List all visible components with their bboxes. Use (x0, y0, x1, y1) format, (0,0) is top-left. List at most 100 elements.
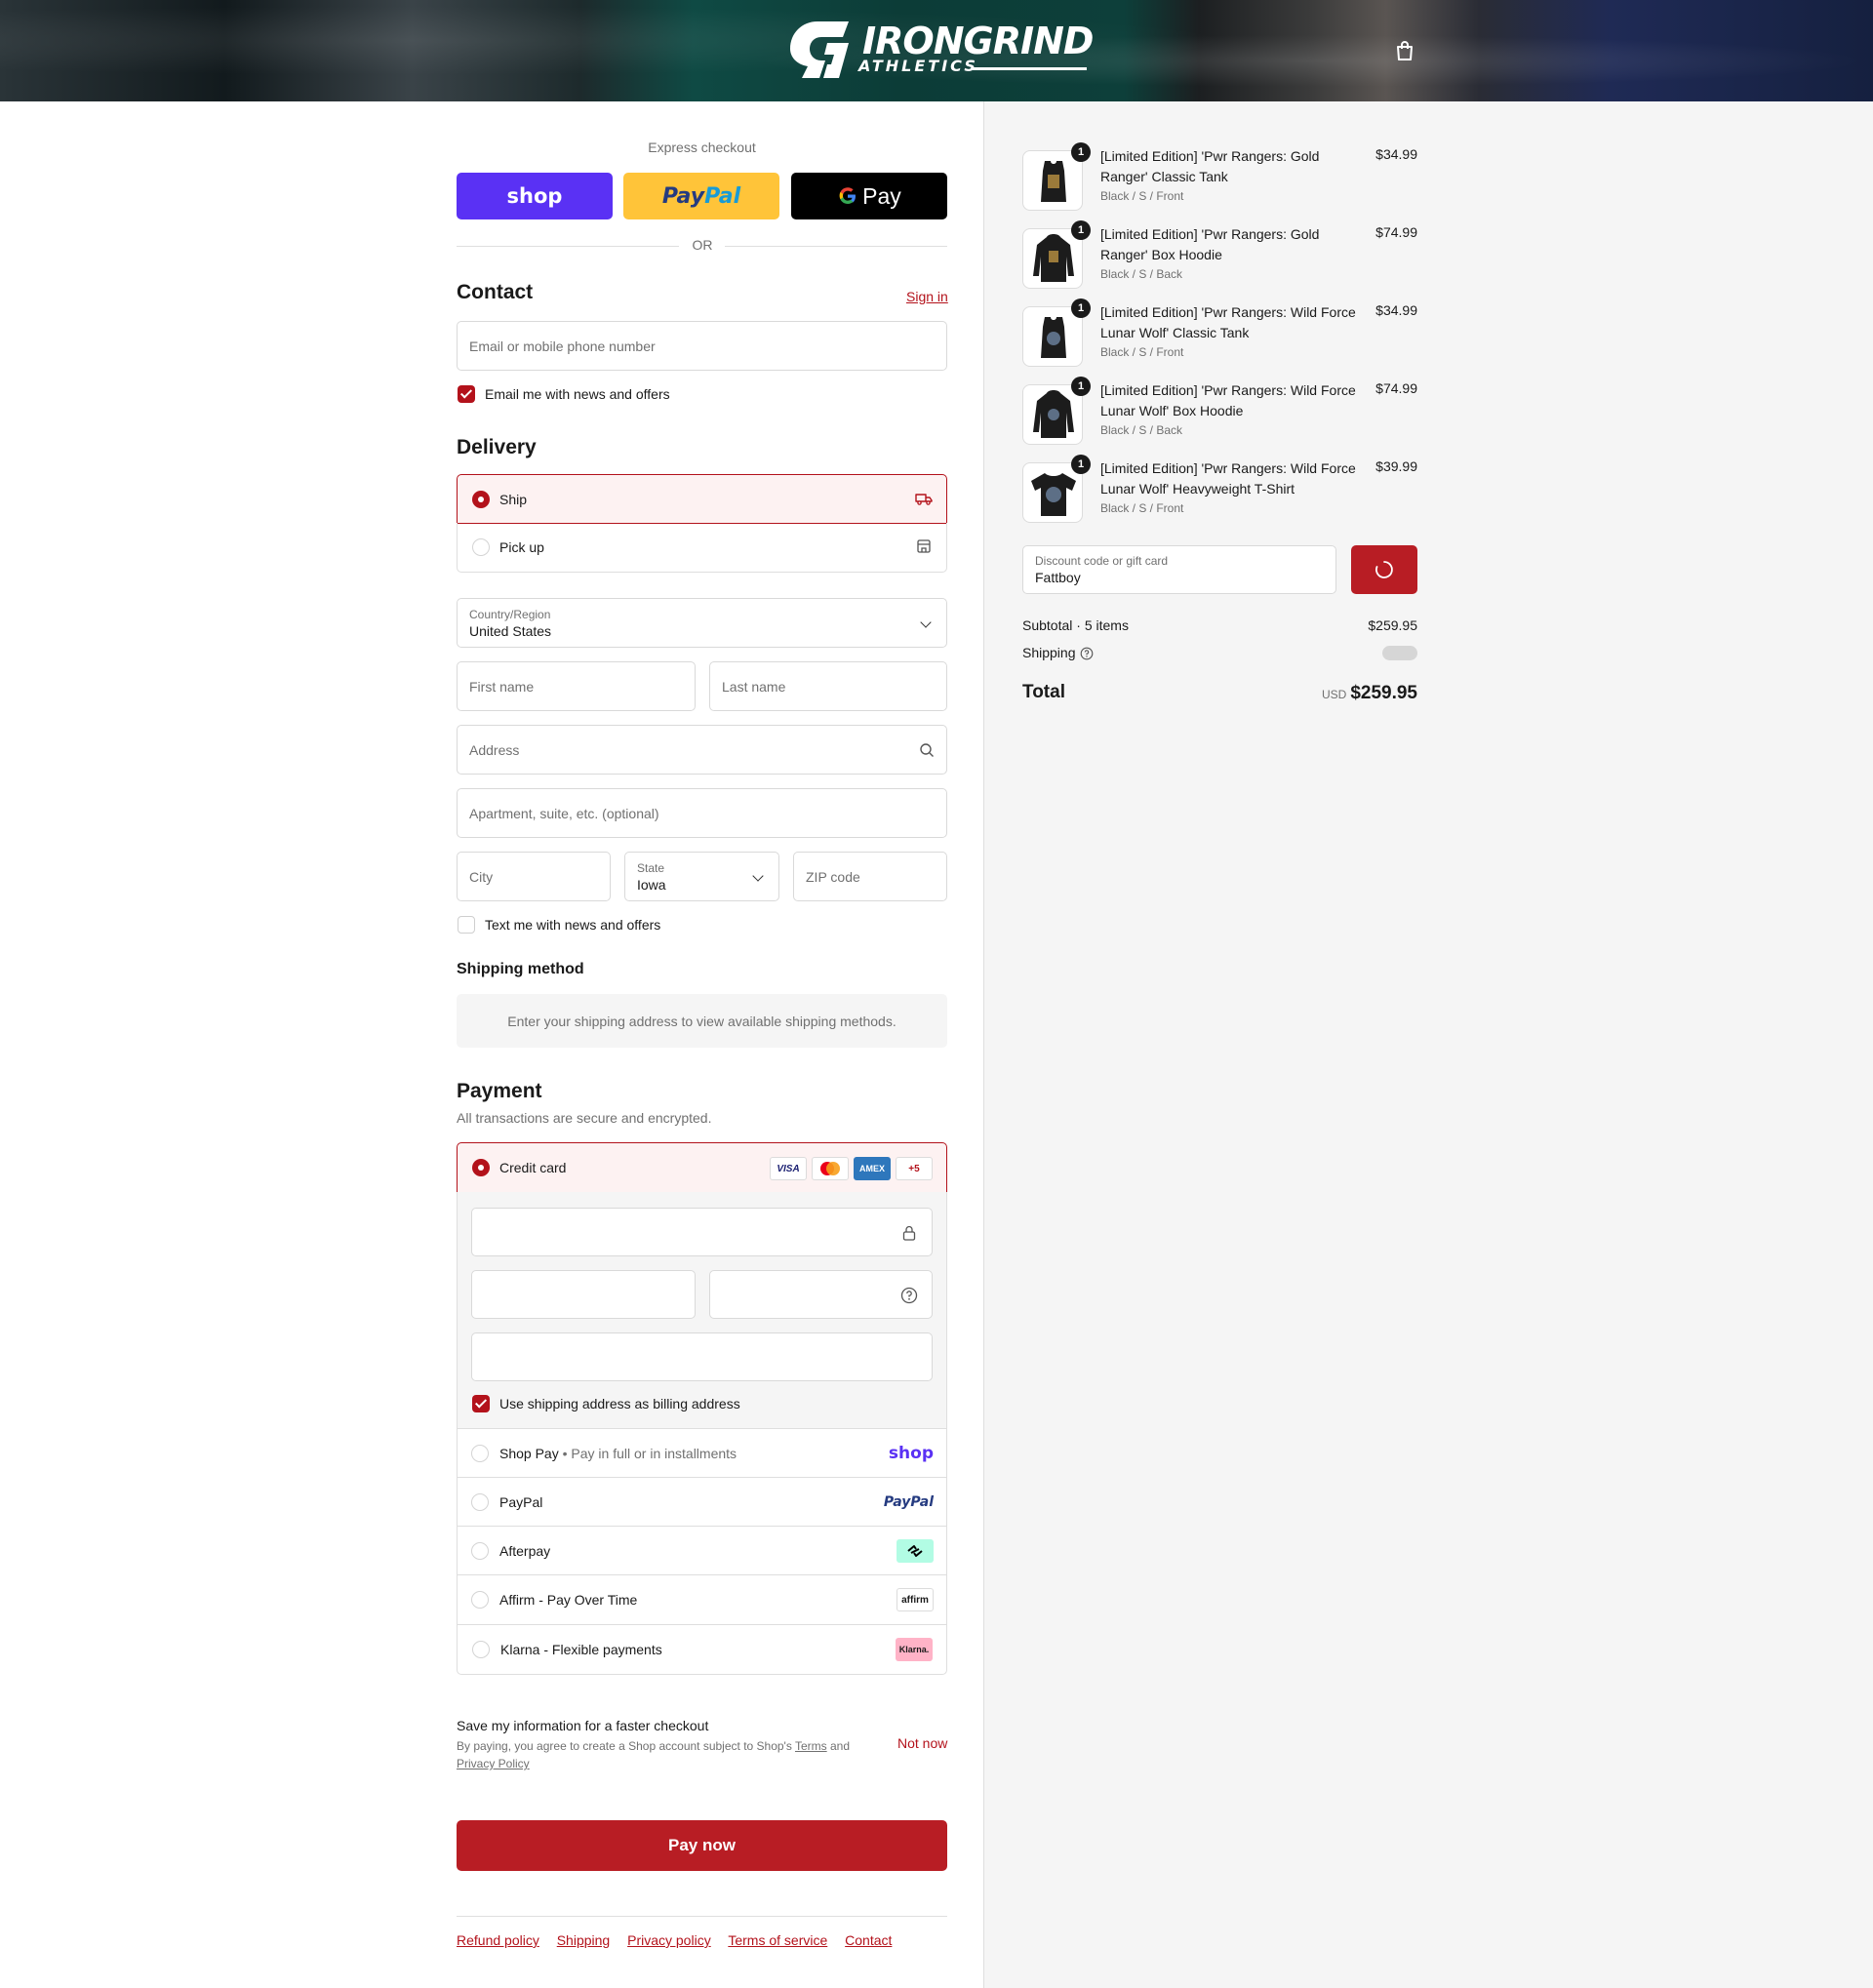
paypal-option-label: PayPal (499, 1493, 543, 1510)
privacy-policy-link[interactable]: Privacy Policy (457, 1757, 530, 1770)
afterpay-option[interactable]: Afterpay (457, 1526, 947, 1574)
pay-now-label: Pay now (668, 1836, 736, 1854)
afterpay-arrows-icon (907, 1544, 923, 1557)
country-label: Country/Region (469, 608, 551, 621)
footer-links: Refund policy Shipping Privacy policy Te… (457, 1932, 905, 1948)
save-info-legal: By paying, you agree to create a Shop ac… (457, 1737, 866, 1772)
brand-logo[interactable]: IRONGRIND ATHLETICS (788, 18, 1094, 84)
city-field[interactable]: City (457, 852, 611, 901)
shipping-label: Shipping (1022, 645, 1076, 660)
shopping-bag-icon[interactable] (1395, 40, 1415, 61)
contact-heading: Contact (457, 281, 534, 303)
payment-heading: Payment (457, 1080, 542, 1102)
save-info-and: and (830, 1739, 851, 1753)
klarna-radio[interactable] (472, 1641, 490, 1658)
discount-code-value: Fattboy (1035, 570, 1081, 585)
delivery-heading: Delivery (457, 436, 537, 458)
help-circle-icon[interactable] (900, 1287, 918, 1304)
newsletter-checkbox[interactable] (458, 385, 475, 403)
payment-subheading: All transactions are secure and encrypte… (457, 1110, 712, 1126)
afterpay-radio[interactable] (471, 1542, 489, 1560)
address-field[interactable]: Address (457, 725, 947, 775)
first-name-field[interactable]: First name (457, 661, 696, 711)
ship-label: Ship (499, 492, 528, 507)
sms-checkbox[interactable] (458, 916, 475, 934)
ship-radio[interactable] (472, 491, 490, 508)
refund-policy-link[interactable]: Refund policy (457, 1932, 539, 1948)
paypal-option[interactable]: PayPal PayPal (457, 1477, 947, 1526)
zip-field[interactable]: ZIP code (793, 852, 947, 901)
google-pay-button[interactable]: Pay (791, 173, 947, 219)
billing-address-label: Use shipping address as billing address (499, 1396, 740, 1411)
paypal-radio[interactable] (471, 1493, 489, 1511)
methods-right-border (946, 1429, 947, 1624)
tank-top-image (1041, 317, 1066, 358)
state-label: State (637, 861, 665, 875)
brand-subtitle: ATHLETICS (858, 57, 978, 75)
not-now-link[interactable]: Not now (897, 1735, 947, 1751)
email-field[interactable]: Email or mobile phone number (457, 321, 947, 371)
card-number-field[interactable] (471, 1208, 933, 1256)
shop-pay-option[interactable]: Shop Pay • Pay in full or in installment… (457, 1428, 947, 1477)
apartment-placeholder: Apartment, suite, etc. (optional) (469, 805, 659, 821)
shop-pay-button[interactable]: shop (457, 173, 613, 219)
item-variant: Black / S / Front (1100, 189, 1184, 203)
currency-code: USD (1321, 688, 1347, 701)
item-price: $74.99 (1375, 380, 1417, 396)
billing-address-checkbox[interactable] (472, 1395, 490, 1412)
item-variant: Black / S / Front (1100, 345, 1184, 359)
item-price: $39.99 (1375, 458, 1417, 474)
subtotal-label: Subtotal · 5 items (1022, 617, 1129, 633)
item-name: [Limited Edition] 'Pwr Rangers: Gold Ran… (1100, 226, 1320, 262)
apply-discount-button[interactable] (1351, 545, 1417, 594)
shop-pay-radio[interactable] (471, 1445, 489, 1462)
quantity-badge: 1 (1071, 142, 1091, 162)
pay-now-button[interactable]: Pay now (457, 1820, 947, 1871)
pickup-radio[interactable] (472, 538, 490, 556)
logo-underline (972, 67, 1087, 70)
paypal-logo: PayPal (883, 1493, 934, 1510)
terms-of-service-link[interactable]: Terms of service (728, 1932, 827, 1948)
item-name: [Limited Edition] 'Pwr Rangers: Wild For… (1100, 382, 1356, 418)
item-name: [Limited Edition] 'Pwr Rangers: Gold Ran… (1100, 148, 1320, 184)
t-shirt-image (1031, 473, 1076, 516)
sign-in-link[interactable]: Sign in (906, 289, 948, 304)
mastercard-icon (812, 1157, 849, 1180)
privacy-policy-footer-link[interactable]: Privacy policy (627, 1932, 711, 1948)
affirm-option[interactable]: Affirm - Pay Over Time affirm (457, 1574, 947, 1624)
address-placeholder: Address (469, 741, 520, 758)
name-on-card-field[interactable] (471, 1332, 933, 1381)
terms-link[interactable]: Terms (795, 1739, 827, 1753)
country-value: United States (469, 623, 552, 639)
contact-link[interactable]: Contact (845, 1932, 892, 1948)
state-select[interactable]: State Iowa (624, 852, 779, 901)
paypal-label-pal: Pal (704, 183, 741, 209)
security-code-field[interactable] (709, 1270, 933, 1319)
pickup-option[interactable]: Pick up (457, 523, 947, 573)
divider-left (457, 246, 679, 247)
last-name-field[interactable]: Last name (709, 661, 947, 711)
hoodie-image (1033, 234, 1074, 282)
more-cards-badge: +5 (896, 1157, 933, 1180)
loading-spinner-icon (1375, 561, 1393, 578)
cart-item: 1 [Limited Edition] 'Pwr Rangers: Wild F… (1022, 377, 1417, 449)
ship-option[interactable]: Ship (457, 474, 947, 524)
discount-code-field[interactable]: Discount code or gift card Fattboy (1022, 545, 1336, 594)
credit-card-radio[interactable] (472, 1159, 490, 1176)
mastercard-circles (820, 1162, 840, 1175)
pickup-label: Pick up (499, 539, 544, 555)
quantity-badge: 1 (1071, 298, 1091, 318)
logo-mark-icon (790, 21, 849, 78)
affirm-radio[interactable] (471, 1591, 489, 1609)
apartment-field[interactable]: Apartment, suite, etc. (optional) (457, 788, 947, 838)
cart-item: 1 [Limited Edition] 'Pwr Rangers: Wild F… (1022, 298, 1417, 371)
klarna-option[interactable]: Klarna - Flexible payments Klarna. (457, 1624, 947, 1675)
hoodie-image (1033, 390, 1074, 438)
paypal-button[interactable]: PayPal (623, 173, 779, 219)
country-select[interactable]: Country/Region United States (457, 598, 947, 648)
expiration-field[interactable] (471, 1270, 696, 1319)
afterpay-icon (897, 1538, 934, 1563)
shipping-method-notice: Enter your shipping address to view avai… (457, 994, 947, 1048)
shipping-policy-link[interactable]: Shipping (557, 1932, 611, 1948)
help-circle-icon[interactable] (1080, 647, 1094, 660)
